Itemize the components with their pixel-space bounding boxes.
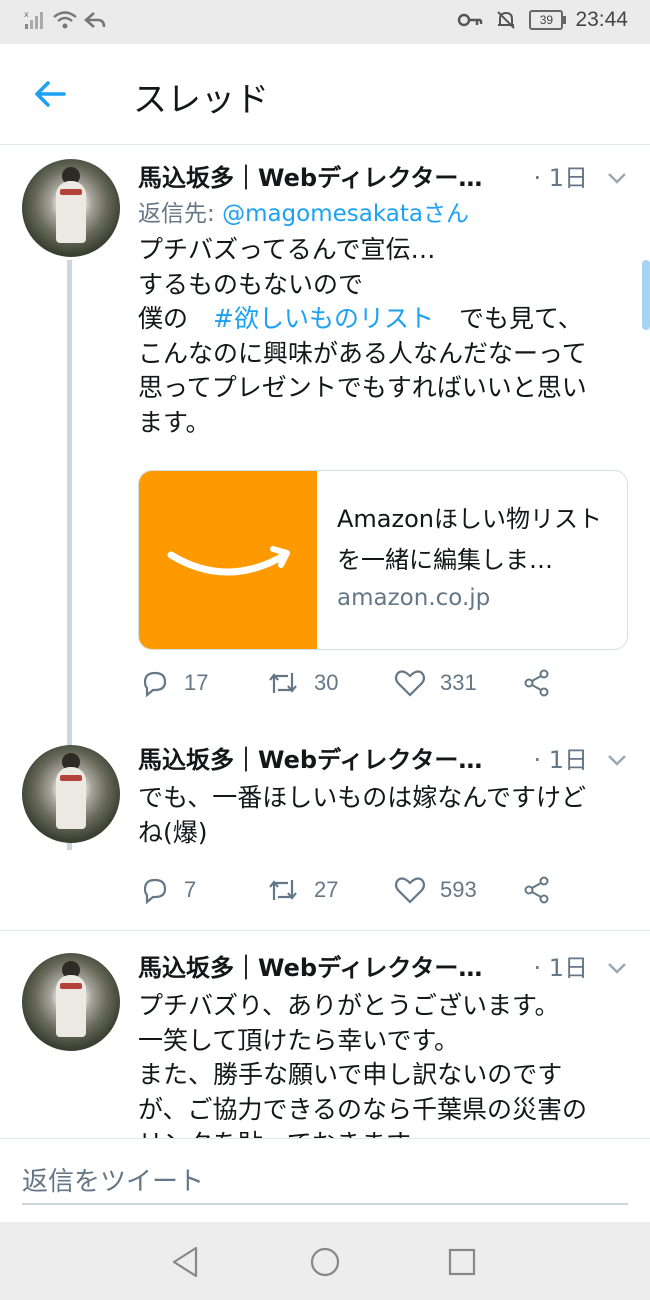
page-title: スレッド — [133, 80, 269, 120]
reply-button[interactable]: 17 — [140, 668, 208, 698]
retweet-count: 30 — [314, 670, 339, 695]
reply-icon — [143, 671, 167, 698]
tweet-actions: 7 27 593 — [138, 875, 608, 915]
tweet-time: · 1日 — [533, 164, 588, 192]
reply-to: 返信先: @magomesakataさん — [138, 197, 628, 231]
amazon-logo-thumbnail — [139, 471, 317, 649]
like-count: 331 — [440, 670, 477, 695]
retweet-button[interactable]: 27 — [266, 875, 338, 905]
card-title: Amazonほしい物リストを一緒に編集しま… — [337, 505, 602, 574]
key-icon — [458, 13, 483, 27]
share-icon — [524, 669, 549, 697]
heart-icon — [394, 877, 426, 904]
retweet-count: 27 — [314, 877, 339, 902]
author-name[interactable]: 馬込坂多｜Webディレクター… — [138, 164, 482, 192]
author-name[interactable]: 馬込坂多｜Webディレクター… — [138, 746, 482, 774]
share-button[interactable] — [522, 668, 552, 698]
avatar[interactable] — [22, 159, 120, 257]
retweet-icon — [269, 880, 297, 900]
reply-button[interactable]: 7 — [140, 875, 196, 905]
reply-to-label: 返信先: — [138, 201, 223, 227]
app-header: スレッド — [0, 44, 650, 145]
tweet-text: プチバズってるんで宣伝… するものもないので 僕の #欲しいものリスト でも見て… — [138, 233, 628, 440]
scrollbar[interactable] — [642, 260, 650, 330]
mute-bell-icon — [497, 11, 516, 29]
reply-icon — [143, 878, 167, 905]
battery-icon: 39 — [529, 10, 567, 30]
tweet-time: · 1日 — [533, 954, 588, 982]
reply-input[interactable]: 返信をツイート — [22, 1161, 628, 1205]
hashtag-link[interactable]: #欲しいものリスト — [213, 304, 434, 333]
author-name[interactable]: 馬込坂多｜Webディレクター… — [138, 954, 482, 982]
avatar[interactable] — [22, 745, 120, 843]
wifi-icon — [53, 11, 77, 29]
back-arrow-icon[interactable] — [30, 74, 70, 114]
tweet-actions: 17 30 331 — [138, 668, 608, 708]
like-count: 593 — [440, 877, 477, 902]
like-button[interactable]: 593 — [394, 875, 477, 905]
reply-compose-bar: 返信をツイート — [0, 1138, 650, 1223]
like-button[interactable]: 331 — [394, 668, 477, 698]
retweet-button[interactable]: 30 — [266, 668, 338, 698]
system-nav-bar — [0, 1222, 650, 1300]
nav-home-icon[interactable] — [305, 1242, 345, 1282]
chevron-down-icon[interactable] — [606, 957, 628, 979]
tweet-divider — [0, 930, 650, 931]
heart-icon — [394, 670, 426, 697]
nav-back-icon[interactable] — [166, 1242, 206, 1282]
card-domain: amazon.co.jp — [337, 585, 491, 611]
amazon-smile-icon — [167, 546, 290, 576]
avatar[interactable] — [22, 953, 120, 1051]
tweet-text: でも、一番ほしいものは嫁なんですけど ね(爆) — [138, 783, 587, 847]
nav-recents-icon[interactable] — [442, 1242, 482, 1282]
chevron-down-icon[interactable] — [606, 167, 628, 189]
status-time: 23:44 — [575, 8, 628, 31]
reply-count: 17 — [184, 670, 209, 695]
retweet-icon — [269, 673, 297, 693]
link-card[interactable]: Amazonほしい物リストを一緒に編集しま… amazon.co.jp — [138, 470, 628, 650]
tweet-text: プチバズり、ありがとうございます。 一笑して頂けたら幸いです。 また、勝手な願い… — [138, 991, 588, 1138]
chevron-down-icon[interactable] — [606, 749, 628, 771]
share-icon — [524, 876, 549, 904]
share-button[interactable] — [522, 875, 552, 905]
reply-arrow-icon — [84, 12, 106, 28]
reply-to-handle[interactable]: @magomesakataさん — [222, 201, 469, 227]
signal-icon: x — [24, 10, 43, 29]
tweet-time: · 1日 — [533, 746, 588, 774]
thread-list[interactable]: 馬込坂多｜Webディレクター… · 1日 返信先: @magomesakataさ… — [0, 145, 650, 1138]
status-bar: x 39 23:44 — [0, 0, 650, 44]
svg-text:x: x — [24, 10, 29, 19]
reply-count: 7 — [184, 877, 197, 902]
